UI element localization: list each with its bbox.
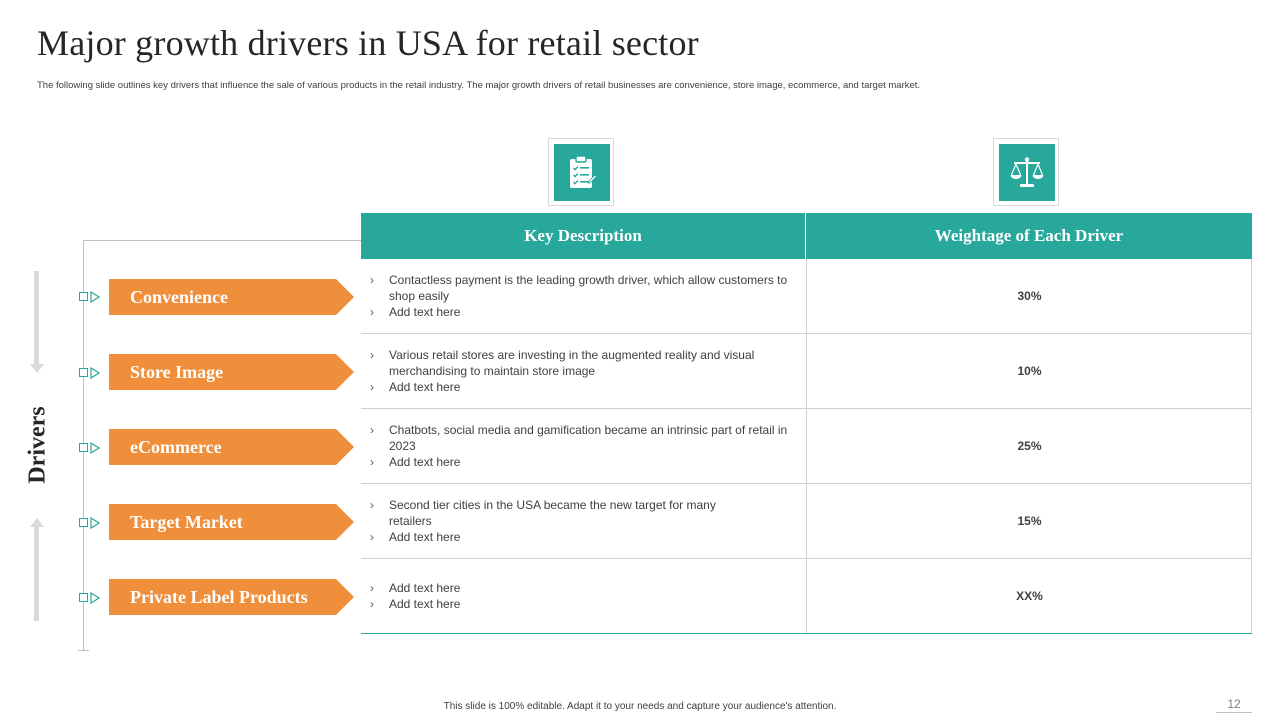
description-cell: › Various retail stores are investing in …	[361, 334, 807, 408]
weightage-icon-frame	[993, 138, 1059, 206]
driver-tag-store-image: Store Image	[109, 354, 354, 390]
timeline-square-marker	[79, 593, 88, 602]
bullet-chevron-icon: ›	[370, 305, 374, 319]
weight-cell: 15%	[1017, 514, 1042, 528]
description-cell: › Add text here › Add text here	[361, 559, 807, 633]
list-item: › Various retail stores are investing in …	[370, 348, 755, 378]
page-subtitle: The following slide outlines key drivers…	[37, 80, 921, 91]
driver-tag-private-label-products: Private Label Products	[109, 579, 354, 615]
description-cell: › Chatbots, social media and gamification…	[361, 409, 807, 483]
column-header-key-description: Key Description	[361, 213, 806, 259]
timeline-end-tick	[78, 650, 89, 651]
bullet-chevron-icon: ›	[370, 423, 374, 437]
play-marker-icon	[90, 367, 100, 379]
weight-cell: 30%	[1017, 289, 1042, 303]
down-arrow-line	[34, 271, 39, 367]
footer-note: This slide is 100% editable. Adapt it to…	[443, 701, 837, 712]
weight-cell: 10%	[1017, 364, 1042, 378]
play-marker-icon	[90, 517, 100, 529]
play-marker-icon	[90, 442, 100, 454]
list-item: › Chatbots, social media and gamification…	[370, 423, 788, 453]
timeline-square-marker	[79, 443, 88, 452]
weight-cell: 25%	[1017, 439, 1042, 453]
table-row: › Add text here › Add text here XX%	[361, 559, 1252, 634]
description-icon-frame	[548, 138, 614, 206]
bullet-chevron-icon: ›	[370, 498, 374, 512]
bullet-chevron-icon: ›	[370, 273, 374, 287]
list-item: › Add text here	[370, 380, 461, 394]
bullet-chevron-icon: ›	[370, 348, 374, 362]
timeline-square-marker	[79, 292, 88, 301]
driver-tag-target-market: Target Market	[109, 504, 354, 540]
list-item: › Contactless payment is the leading grow…	[370, 273, 788, 303]
page-number: 12	[1216, 697, 1252, 713]
bullet-chevron-icon: ›	[370, 380, 374, 394]
bullet-chevron-icon: ›	[370, 581, 374, 595]
list-item: › Add text here	[370, 455, 461, 469]
list-item: › Add text here	[370, 597, 461, 611]
table-row: › Second tier cities in the USA became th…	[361, 484, 1252, 559]
drivers-side-label: Drivers	[24, 406, 51, 484]
bullet-chevron-icon: ›	[370, 597, 374, 611]
clipboard-checklist-icon	[554, 144, 610, 201]
drivers-table: › Contactless payment is the leading grow…	[361, 259, 1252, 634]
description-cell: › Contactless payment is the leading grow…	[361, 259, 807, 333]
list-item: › Add text here	[370, 305, 461, 319]
list-item: › Add text here	[370, 581, 461, 595]
table-row: › Contactless payment is the leading grow…	[361, 259, 1252, 334]
timeline-top-line	[83, 240, 361, 241]
description-cell: › Second tier cities in the USA became th…	[361, 484, 807, 558]
balance-scale-icon	[999, 144, 1055, 201]
bullet-chevron-icon: ›	[370, 455, 374, 469]
up-arrow-line	[34, 526, 39, 621]
timeline-square-marker	[79, 518, 88, 527]
page-title: Major growth drivers in USA for retail s…	[37, 23, 699, 63]
down-arrow-icon	[30, 364, 44, 373]
weight-cell: XX%	[1016, 589, 1043, 603]
driver-tag-convenience: Convenience	[109, 279, 354, 315]
timeline-square-marker	[79, 368, 88, 377]
table-row: › Chatbots, social media and gamification…	[361, 409, 1252, 484]
bullet-chevron-icon: ›	[370, 530, 374, 544]
table-header: Key Description Weightage of Each Driver	[361, 213, 1252, 259]
column-header-weightage: Weightage of Each Driver	[934, 226, 1124, 245]
list-item: › Add text here	[370, 530, 461, 544]
table-row: › Various retail stores are investing in …	[361, 334, 1252, 409]
list-item: › Second tier cities in the USA became th…	[370, 498, 716, 528]
play-marker-icon	[90, 291, 100, 303]
driver-tag-ecommerce: eCommerce	[109, 429, 354, 465]
play-marker-icon	[90, 592, 100, 604]
